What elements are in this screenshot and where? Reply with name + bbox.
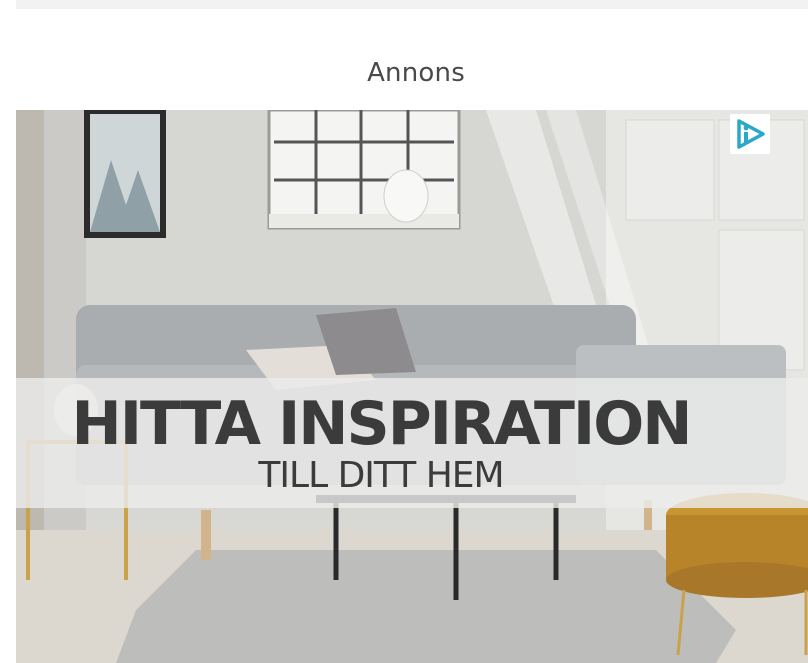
ad-label: Annons [367,58,465,88]
adchoices-icon[interactable] [730,114,770,154]
ad-headline: HITTA INSPIRATION [71,389,693,459]
top-divider [16,0,808,9]
advertisement-banner[interactable]: HITTA INSPIRATION TILL DITT HEM [16,110,808,663]
ad-subheadline: TILL DITT HEM [258,455,504,496]
